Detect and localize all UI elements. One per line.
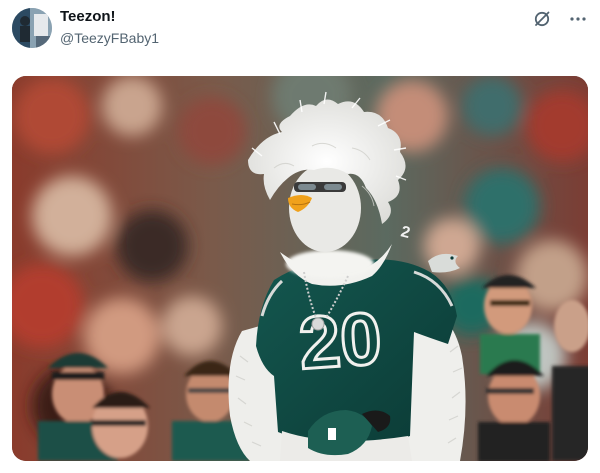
user-avatar[interactable] [12,8,52,48]
author-info: Teezon! @TeezyFBaby1 [60,9,159,45]
user-avatar-icon [12,8,52,48]
eagles-fan-costume-image: 2 20 [12,76,588,461]
tweet-media-photo[interactable]: 2 20 [12,76,588,461]
tweet-card: Teezon! @TeezyFBaby1 2 20 [0,0,600,473]
more-options-button[interactable] [568,9,588,29]
tweet-header-actions [532,9,588,29]
grok-slash-icon [534,11,550,27]
author-handle[interactable]: @TeezyFBaby1 [60,31,159,45]
grok-button[interactable] [532,9,552,29]
jersey-front-number: 20 [296,296,384,385]
more-options-icon [570,17,586,21]
author-display-name[interactable]: Teezon! [60,9,159,24]
